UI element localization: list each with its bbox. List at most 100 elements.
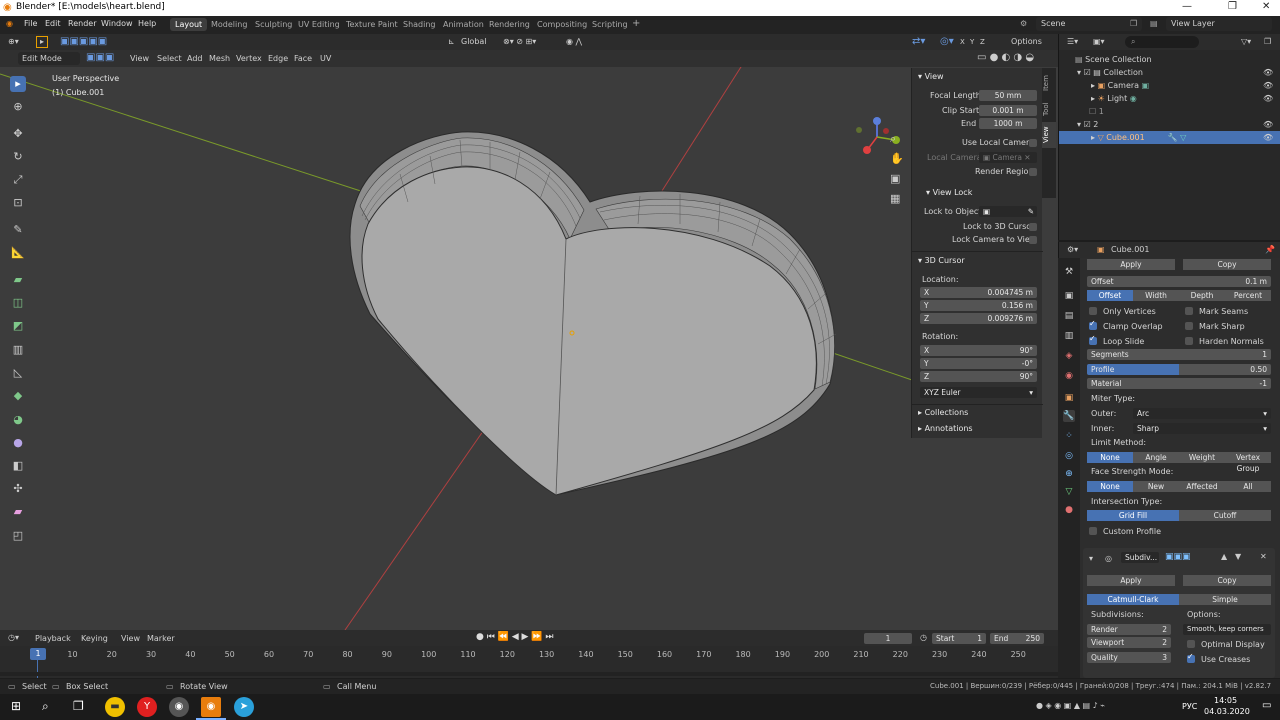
subdiv-copy-button[interactable]: Copy <box>1183 575 1271 586</box>
checkbox-icon[interactable]: ☑ <box>1084 120 1091 129</box>
menu-face[interactable]: Face <box>294 54 312 63</box>
lock-object-field[interactable]: ▣ ✎ <box>979 206 1037 217</box>
outer-miter-select[interactable]: Arc ▾ <box>1133 408 1271 419</box>
loop-slide-checkbox[interactable] <box>1089 334 1097 345</box>
bevel-copy-button[interactable]: Copy <box>1183 259 1271 270</box>
tab-tool[interactable]: Tool <box>1042 98 1056 120</box>
outliner-search-input[interactable]: ⌕ <box>1125 36 1199 48</box>
subdiv-viewport-field[interactable]: Viewport 2 <box>1087 637 1171 648</box>
tab-texture-paint[interactable]: Texture Paint <box>346 20 398 29</box>
face-strength-new[interactable]: New <box>1133 481 1179 492</box>
file-explorer-icon[interactable]: ▬ <box>105 697 125 717</box>
task-view-icon[interactable]: ❐ <box>73 699 84 713</box>
zoom-icon[interactable]: ⌕ <box>890 132 896 146</box>
rotation-mode-select[interactable]: XYZ Euler ▾ <box>920 387 1037 398</box>
output-tab-icon[interactable]: ▤ <box>1063 310 1075 322</box>
subdiv-type-simple[interactable]: Simple <box>1179 594 1271 605</box>
offset-type-depth[interactable]: Depth <box>1179 290 1225 301</box>
checkbox-icon[interactable]: ☐ <box>1089 107 1096 116</box>
collections-panel-header[interactable]: ▸ Collections <box>918 408 968 417</box>
collapse-icon[interactable]: ▾ <box>1089 554 1093 563</box>
properties-editor-icon[interactable]: ⚙▾ <box>1067 245 1078 254</box>
subdiv-apply-button[interactable]: Apply <box>1087 575 1175 586</box>
disclosure-icon[interactable]: ▸ <box>1091 81 1095 90</box>
select-tool-icon[interactable]: ▸ <box>36 36 48 48</box>
menu-window[interactable]: Window <box>101 19 133 28</box>
cursor-rot-x-field[interactable]: X 90° <box>920 345 1037 356</box>
end-frame-field[interactable]: End 250 <box>990 633 1044 644</box>
menu-marker[interactable]: Marker <box>147 634 175 643</box>
tool-tab-icon[interactable]: ⚒ <box>1063 266 1075 278</box>
use-local-camera-checkbox[interactable] <box>1029 139 1037 147</box>
menu-timeline-view[interactable]: View <box>121 634 140 643</box>
tab-layout[interactable]: Layout <box>170 18 208 31</box>
subdiv-quality-field[interactable]: Quality 3 <box>1087 652 1171 663</box>
eye-icon[interactable]: 👁 <box>1263 120 1273 129</box>
segments-field[interactable]: Segments 1 <box>1087 349 1271 360</box>
material-tab-icon[interactable]: ● <box>1063 504 1075 516</box>
bevel-apply-button[interactable]: Apply <box>1087 259 1175 270</box>
subdiv-render-field[interactable]: Render 2 <box>1087 624 1171 635</box>
only-vertices-checkbox[interactable] <box>1089 307 1097 315</box>
filter-icon[interactable]: ▽▾ <box>1241 37 1251 46</box>
render-region-checkbox[interactable] <box>1029 168 1037 176</box>
select-box-tool-icon[interactable]: ▸ <box>10 76 26 92</box>
eye-icon[interactable]: 👁 <box>1263 68 1273 77</box>
spin-tool-icon[interactable]: ◕ <box>10 412 26 428</box>
menu-add[interactable]: Add <box>187 54 203 63</box>
view-panel-header[interactable]: ▾ View <box>918 72 944 81</box>
eye-icon[interactable]: 👁 <box>1263 81 1273 90</box>
playback-controls-icons[interactable]: ● ⏮ ⏪ ◀ ▶ ⏩ ⏭ <box>476 632 553 642</box>
modifier-visibility-icons[interactable]: ▣▣▣ <box>1165 552 1191 562</box>
mode-selector[interactable]: Edit Mode <box>18 52 80 65</box>
pin-icon[interactable]: 📌 <box>1265 245 1275 254</box>
timeline-ruler[interactable]: 1102030405060708090100110120130140150160… <box>0 648 1058 662</box>
maximize-icon[interactable]: ❐ <box>1228 1 1237 12</box>
new-scene-icon[interactable]: ❐ <box>1130 19 1137 28</box>
camera-view-icon[interactable]: ▣ <box>890 172 900 185</box>
inner-miter-select[interactable]: Sharp ▾ <box>1133 423 1271 434</box>
clip-start-field[interactable]: 0.001 m <box>979 105 1037 116</box>
remove-modifier-icon[interactable]: ✕ <box>1260 552 1267 561</box>
limit-angle[interactable]: Angle <box>1133 452 1179 463</box>
offset-type-percent[interactable]: Percent <box>1225 290 1271 301</box>
tab-sculpting[interactable]: Sculpting <box>255 20 292 29</box>
menu-render[interactable]: Render <box>68 19 96 28</box>
tab-animation[interactable]: Animation <box>443 20 484 29</box>
discord-icon[interactable]: ◉ <box>169 697 189 717</box>
checkbox-icon[interactable]: ☑ <box>1084 68 1091 77</box>
bevel-tool-icon[interactable]: ◩ <box>10 318 26 334</box>
optimal-display-checkbox[interactable] <box>1187 640 1195 648</box>
proportional-edit-icon[interactable]: ◉ ⋀ <box>566 37 582 46</box>
world-tab-icon[interactable]: ◉ <box>1063 370 1075 382</box>
outliner-row-collection[interactable]: ▾ ☑ ▤ Collection 👁 <box>1077 68 1280 77</box>
tab-uv-editing[interactable]: UV Editing <box>298 20 340 29</box>
measure-tool-icon[interactable]: 📐 <box>10 245 26 261</box>
outliner-row-camera[interactable]: ▸ ▣ Camera ▣ 👁 <box>1091 81 1280 90</box>
face-strength-all[interactable]: All <box>1225 481 1271 492</box>
display-mode-icon[interactable]: ▣▾ <box>1093 37 1105 46</box>
menu-mesh[interactable]: Mesh <box>209 54 230 63</box>
windows-start-icon[interactable]: ⊞ <box>11 699 21 713</box>
disclosure-icon[interactable]: ▾ <box>1077 68 1081 77</box>
loop-cut-tool-icon[interactable]: ▥ <box>10 342 26 358</box>
profile-slider[interactable]: Profile 0.50 <box>1087 364 1271 375</box>
menu-vertex[interactable]: Vertex <box>236 54 262 63</box>
current-frame-field[interactable]: 1 <box>864 633 912 644</box>
telegram-icon[interactable]: ➤ <box>234 697 254 717</box>
system-tray-icons[interactable]: ● ◈ ◉ ▣ ▲ ▤ ♪ ⌁ <box>1036 701 1105 710</box>
editor-type-icon[interactable]: ⊕▾ <box>8 37 19 46</box>
menu-view[interactable]: View <box>130 54 149 63</box>
outliner-row-light[interactable]: ▸ ☀ Light ◉ 👁 <box>1091 94 1280 103</box>
playhead[interactable]: 1 <box>30 648 46 660</box>
clamp-overlap-checkbox[interactable] <box>1089 319 1097 330</box>
menu-keying[interactable]: Keying <box>81 634 108 643</box>
close-icon[interactable]: ✕ <box>1262 1 1270 12</box>
object-tab-icon[interactable]: ▣ <box>1063 392 1075 404</box>
input-language[interactable]: РУС <box>1182 702 1197 711</box>
mirror-x[interactable]: X <box>960 38 965 46</box>
inset-tool-icon[interactable]: ◫ <box>10 295 26 311</box>
options-menu[interactable]: Options <box>1011 37 1042 46</box>
custom-profile-checkbox[interactable] <box>1089 527 1097 535</box>
clock-icon[interactable]: ◷ <box>920 633 927 642</box>
